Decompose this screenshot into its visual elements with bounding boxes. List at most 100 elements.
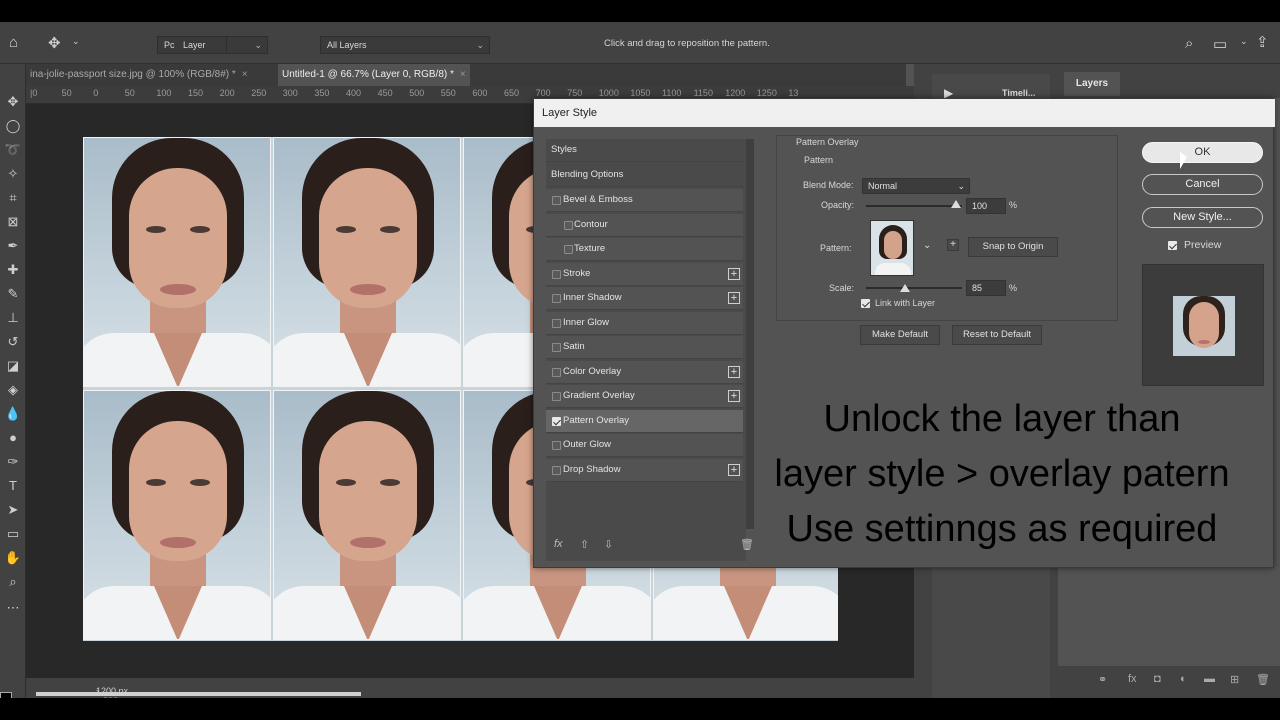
brush-tool-icon[interactable]: ✎ [3,284,23,304]
style-item-bevel-emboss[interactable]: Bevel & Emboss [546,189,743,212]
style-checkbox[interactable] [564,245,573,254]
folder-icon[interactable]: ▬ [1204,673,1215,685]
reset-to-default-button[interactable]: Reset to Default [952,325,1042,345]
foreground-color-swatch[interactable] [0,692,12,698]
blend-mode-select[interactable]: Normal ⌄ [862,178,970,194]
ok-button[interactable]: OK [1142,142,1263,163]
style-checkbox[interactable] [552,465,561,475]
trash-icon[interactable]: 🗑 [1256,673,1270,686]
new-layer-icon[interactable]: ⊞ [1230,673,1239,686]
frame-tool-icon[interactable]: ⊠ [3,212,23,232]
workspace-icon[interactable]: ▭ [1213,35,1227,53]
type-tool-icon[interactable]: T [3,476,23,496]
add-effect-icon[interactable]: + [728,267,740,280]
scale-slider-thumb[interactable] [900,284,910,292]
move-up-icon[interactable]: ⇧ [580,538,589,551]
pattern-swatch[interactable] [870,220,914,276]
healing-brush-icon[interactable]: ✚ [3,260,23,280]
blur-tool-icon[interactable]: 💧 [3,404,23,424]
style-item-pattern-overlay[interactable]: Pattern Overlay [546,409,743,433]
style-item-drop-shadow[interactable]: Drop Shadow + [546,458,743,482]
hand-tool-icon[interactable]: ✋ [3,548,23,568]
add-effect-icon[interactable]: + [728,463,740,476]
style-checkbox[interactable] [564,220,573,230]
fx-icon[interactable]: fx [1128,673,1137,685]
home-icon[interactable]: ⌂ [9,34,18,51]
style-item-contour[interactable]: Contour [546,213,743,237]
fx-icon[interactable]: fx [554,538,563,550]
tab-untitled-1[interactable]: Untitled-1 @ 66.7% (Layer 0, RGB/8) * × [278,64,470,86]
stamp-tool-icon[interactable]: ⊥ [3,308,23,328]
marquee-tool-icon[interactable]: ◯ [3,116,23,136]
add-effect-icon[interactable]: + [728,390,740,402]
style-item-color-overlay[interactable]: Color Overlay + [546,360,743,384]
close-icon[interactable]: × [242,69,248,80]
magic-wand-icon[interactable]: ✧ [3,164,23,184]
eraser-tool-icon[interactable]: ◪ [3,356,23,376]
cancel-button[interactable]: Cancel [1142,174,1263,195]
more-tools-icon[interactable]: ⋯ [3,598,23,618]
shape-tool-icon[interactable]: ▭ [3,524,23,544]
style-checkbox[interactable] [552,392,561,401]
link-icon[interactable]: ⚭ [1098,673,1107,686]
blending-options[interactable]: Blending Options [546,164,743,187]
pen-tool-icon[interactable]: ✑ [3,452,23,472]
zoom-tool-icon[interactable]: ⌕ [3,572,23,592]
style-checkbox[interactable] [552,367,561,377]
style-checkbox[interactable] [552,416,561,426]
auto-select-value: Layer [183,40,206,50]
scale-slider[interactable] [866,287,962,289]
opacity-input[interactable]: 100 [966,198,1006,214]
history-brush-icon[interactable]: ↺ [3,332,23,352]
mask-icon[interactable]: ◘ [1154,673,1161,685]
preview-checkbox[interactable] [1168,241,1177,250]
make-default-button[interactable]: Make Default [860,325,940,345]
crop-tool-icon[interactable]: ⌗ [3,188,23,208]
style-item-stroke[interactable]: Stroke + [546,262,743,286]
opacity-slider[interactable] [866,205,962,207]
chevron-down-icon[interactable]: ⌄ [1240,36,1248,47]
style-checkbox[interactable] [552,318,561,328]
style-checkbox[interactable] [552,441,561,450]
tab-passport-jpg[interactable]: ina-jolie-passport size.jpg @ 100% (RGB/… [26,64,252,86]
layer-target-dropdown[interactable]: ⌄ [226,36,268,54]
link-with-layer-checkbox[interactable] [861,299,870,308]
adjustment-icon[interactable]: ◐ [1180,673,1187,685]
move-tool-icon[interactable]: ✥ [3,92,23,112]
styles-footer: fx ⇧ ⇩ 🗑 [546,535,754,557]
dodge-tool-icon[interactable]: ● [3,428,23,448]
move-tool-icon[interactable]: ✥ [48,34,61,52]
style-item-texture[interactable]: Texture [546,238,743,261]
sample-layers-dropdown[interactable]: All Layers ⌄ [320,36,490,54]
add-effect-icon[interactable]: + [728,365,740,378]
snap-to-origin-button[interactable]: Snap to Origin [968,237,1058,257]
chevron-down-icon[interactable]: ⌄ [72,36,80,47]
eyedropper-icon[interactable]: ✒ [3,236,23,256]
style-checkbox[interactable] [552,196,561,205]
new-preset-icon[interactable]: + [947,239,959,251]
share-icon[interactable]: ⇪ [1256,33,1269,51]
style-item-outer-glow[interactable]: Outer Glow [546,434,743,457]
move-down-icon[interactable]: ⇩ [604,538,613,551]
add-effect-icon[interactable]: + [728,292,740,304]
horizontal-scrollbar[interactable] [36,692,361,696]
lasso-tool-icon[interactable]: ➰ [3,140,23,160]
new-style-button[interactable]: New Style... [1142,207,1263,228]
tab-timeline[interactable]: Timeli... [1002,88,1035,98]
style-item-inner-glow[interactable]: Inner Glow [546,311,743,335]
style-checkbox[interactable] [552,269,561,279]
style-item-satin[interactable]: Satin [546,336,743,359]
scale-input[interactable]: 85 [966,280,1006,296]
style-item-gradient-overlay[interactable]: Gradient Overlay + [546,385,743,408]
path-select-icon[interactable]: ➤ [3,500,23,520]
style-checkbox[interactable] [552,294,561,303]
search-icon[interactable]: ⌕ [1185,35,1193,52]
close-icon[interactable]: × [460,69,466,80]
opacity-slider-thumb[interactable] [951,200,961,208]
style-item-inner-shadow[interactable]: Inner Shadow + [546,287,743,310]
styles-header[interactable]: Styles [546,139,743,162]
style-checkbox[interactable] [552,343,561,352]
chevron-down-icon[interactable]: ⌄ [923,240,931,251]
tab-layers[interactable]: Layers [1064,72,1120,96]
paint-bucket-icon[interactable]: ◈ [3,380,23,400]
